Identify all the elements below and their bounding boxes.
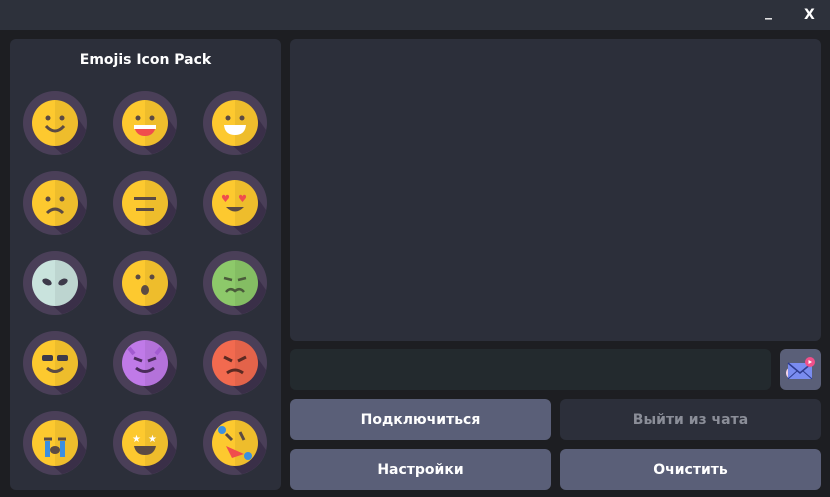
svg-text:♥: ♥ [238, 194, 247, 205]
send-button[interactable] [780, 349, 821, 390]
emoji-rofl-icon[interactable] [202, 410, 268, 476]
emoji-star-struck-icon[interactable]: ★ ★ [112, 410, 178, 476]
emoji-panel-title: Emojis Icon Pack [79, 52, 212, 68]
message-input[interactable] [290, 349, 771, 390]
minimize-button[interactable]: _ [765, 4, 772, 20]
emoji-laugh-icon[interactable] [112, 90, 178, 156]
clear-button[interactable]: Очистить [560, 449, 821, 490]
emoji-heart-eyes-icon[interactable]: ♥ ♥ [202, 170, 268, 236]
emoji-devil-icon[interactable] [112, 330, 178, 396]
emoji-angry-icon[interactable] [202, 330, 268, 396]
svg-text:♥: ♥ [221, 194, 230, 205]
settings-button[interactable]: Настройки [290, 449, 551, 490]
chat-messages-area[interactable] [290, 39, 821, 341]
emoji-grin-icon[interactable] [202, 90, 268, 156]
emoji-neutral-icon[interactable] [112, 170, 178, 236]
leave-chat-button[interactable]: Выйти из чата [560, 399, 821, 440]
emoji-panel: Emojis Icon Pack ♥ ♥ ★ ★ [10, 39, 281, 490]
svg-text:★: ★ [148, 434, 157, 445]
emoji-crying-icon[interactable] [22, 410, 88, 476]
emoji-sad-icon[interactable] [22, 170, 88, 236]
svg-text:★: ★ [132, 434, 141, 445]
title-bar: _ X [0, 0, 830, 30]
connect-button[interactable]: Подключиться [290, 399, 551, 440]
emoji-surprised-icon[interactable] [112, 250, 178, 316]
emoji-cool-icon[interactable] [22, 330, 88, 396]
emoji-smile-icon[interactable] [22, 90, 88, 156]
emoji-sick-icon[interactable] [202, 250, 268, 316]
emoji-alien-icon[interactable] [22, 250, 88, 316]
close-button[interactable]: X [804, 7, 815, 23]
envelope-icon [786, 357, 815, 380]
